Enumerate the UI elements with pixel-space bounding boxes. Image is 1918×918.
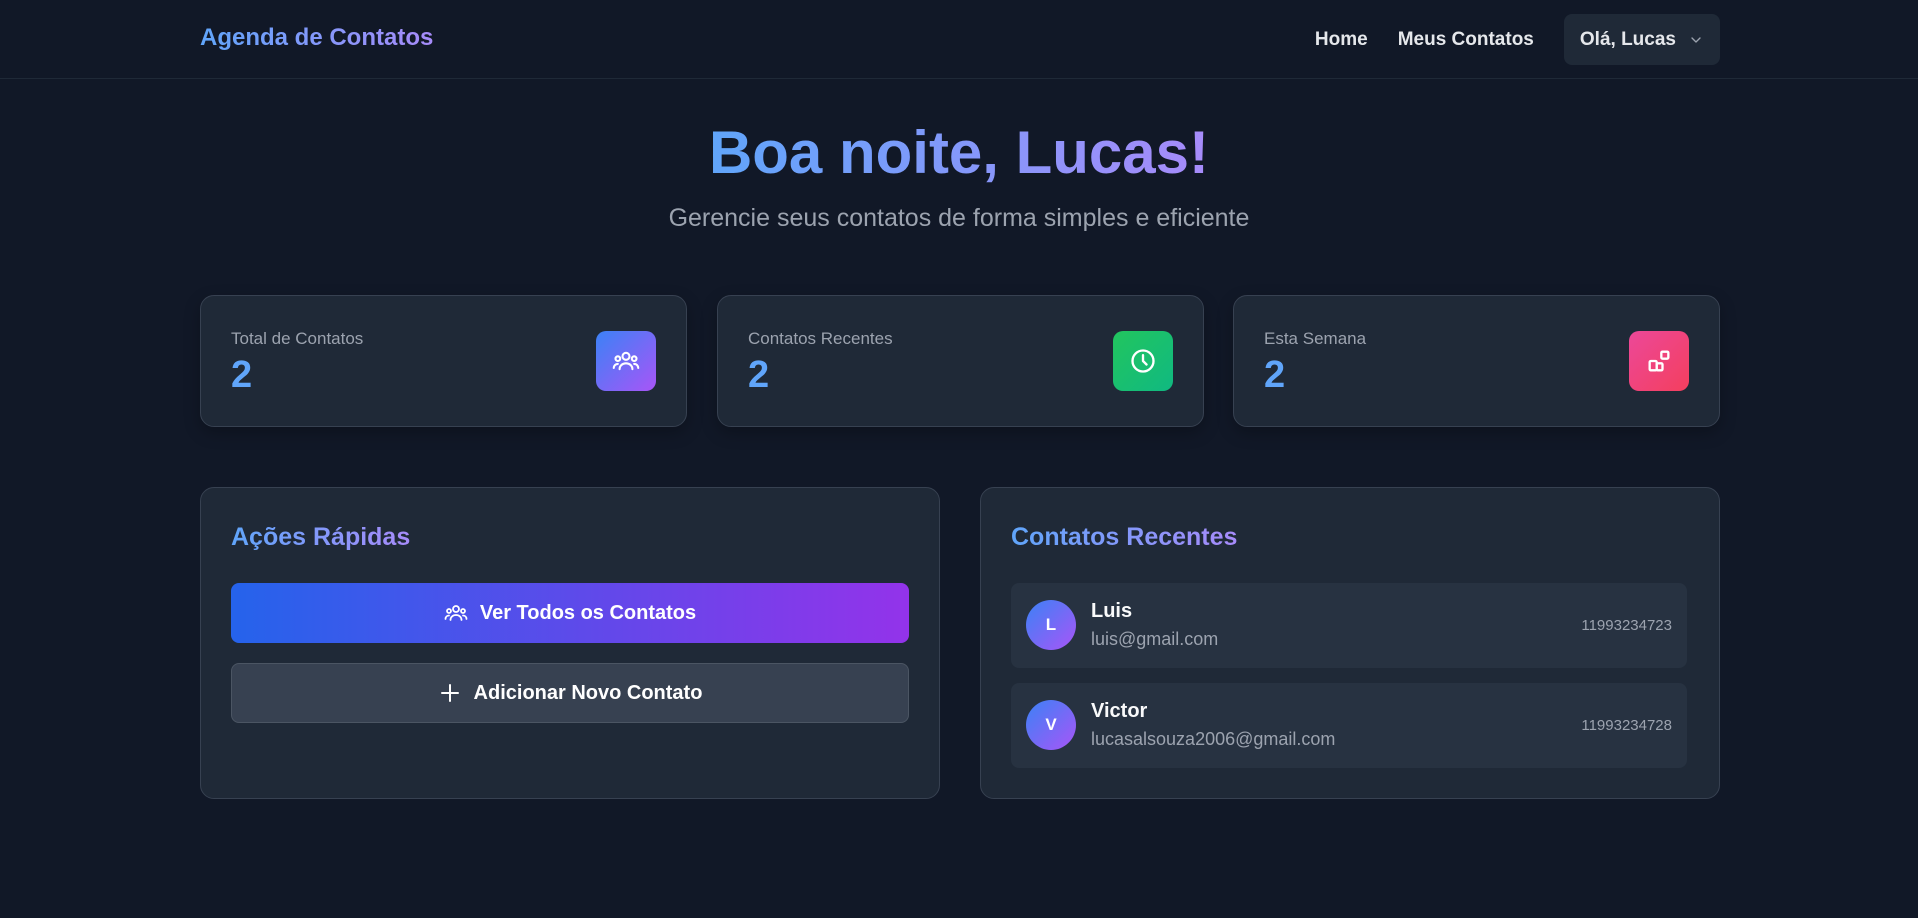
contact-list-item[interactable]: L Luis luis@gmail.com 11993234723 (1011, 583, 1687, 668)
stat-value: 2 (748, 354, 770, 396)
contact-list-item[interactable]: V Victor lucasalsouza2006@gmail.com 1199… (1011, 683, 1687, 768)
contact-email: luis@gmail.com (1091, 629, 1219, 649)
contact-phone: 11993234728 (1581, 717, 1672, 734)
view-all-contacts-button[interactable]: Ver Todos os Contatos (231, 583, 909, 643)
quick-actions-panel: Ações Rápidas Ver Todos os Contatos Adic… (200, 487, 940, 799)
navbar: Agenda de Contatos Home Meus Contatos Ol… (0, 0, 1918, 79)
add-contact-button[interactable]: Adicionar Novo Contato (231, 663, 909, 723)
recent-contacts-title: Contatos Recentes (1011, 523, 1238, 551)
contact-phone: 11993234723 (1581, 617, 1672, 634)
stat-label: Total de Contatos (231, 329, 364, 348)
view-all-contacts-label: Ver Todos os Contatos (479, 601, 697, 624)
contact-name: Victor (1091, 700, 1148, 722)
contact-email: lucasalsouza2006@gmail.com (1091, 729, 1336, 749)
user-menu-label: Olá, Lucas (1579, 28, 1676, 50)
stat-label: Contatos Recentes (748, 329, 893, 348)
stat-card-recent: Contatos Recentes 2 (717, 295, 1204, 427)
contact-name: Luis (1091, 600, 1133, 622)
quick-actions-title: Ações Rápidas (231, 523, 411, 551)
greeting-title: Boa noite, Lucas! (708, 119, 1210, 186)
apps-icon (1629, 331, 1689, 391)
stat-label: Esta Semana (1264, 329, 1367, 348)
nav-links: Home Meus Contatos Olá, Lucas (1315, 14, 1720, 65)
nav-link-home[interactable]: Home (1315, 29, 1368, 51)
nav-link-my-contacts[interactable]: Meus Contatos (1398, 29, 1534, 51)
clock-icon (1113, 331, 1173, 391)
user-menu-button[interactable]: Olá, Lucas (1563, 14, 1720, 65)
greeting-subtitle: Gerencie seus contatos de forma simples … (668, 204, 1250, 232)
recent-contacts-panel: Contatos Recentes L Luis luis@gmail.com … (980, 487, 1720, 799)
stat-card-week: Esta Semana 2 (1233, 295, 1720, 427)
avatar: V (1026, 700, 1076, 750)
stat-value: 2 (231, 354, 253, 396)
stat-value: 2 (1264, 354, 1286, 396)
chevron-down-icon (1691, 36, 1701, 43)
avatar: L (1026, 600, 1076, 650)
stat-card-total: Total de Contatos 2 (200, 295, 687, 427)
users-icon (596, 331, 656, 391)
users-icon (444, 605, 468, 621)
plus-icon (440, 684, 459, 702)
brand-logo[interactable]: Agenda de Contatos (200, 24, 433, 52)
add-contact-label: Adicionar Novo Contato (473, 681, 703, 704)
